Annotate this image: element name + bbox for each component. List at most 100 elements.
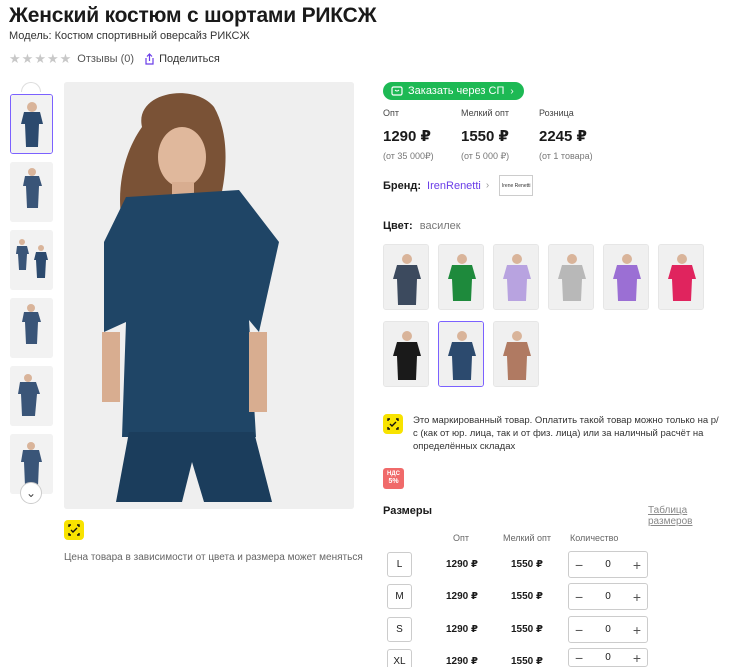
quantity-stepper: − 0 +: [568, 648, 648, 667]
brand-logo-text: Irene Renetti: [501, 182, 531, 189]
brand-row: Бренд: IrenRenetti › Irene Renetti: [383, 175, 534, 196]
price-value: 2245 ₽: [539, 128, 587, 145]
share-button[interactable]: Поделиться: [144, 53, 220, 65]
star-icon: ★: [21, 51, 34, 66]
size-price-opt: 1290 ₽: [446, 624, 478, 635]
marking-notice: Это маркированный товар. Оплатить такой …: [413, 415, 719, 452]
color-row: Цвет: василек: [383, 220, 461, 232]
price-wholesale: Опт 1290 ₽ (от 35 000₽): [383, 108, 461, 162]
rating-stars[interactable]: ★ ★ ★ ★ ★: [9, 52, 71, 65]
size-price-small: 1550 ₽: [511, 656, 543, 667]
quantity-value[interactable]: 0: [605, 652, 611, 663]
share-icon: [145, 52, 154, 65]
vat-label: НДС: [387, 471, 400, 477]
share-label: Поделиться: [159, 52, 220, 65]
meta-row: ★ ★ ★ ★ ★ Отзывы (0) Поделиться: [9, 52, 220, 65]
chevron-down-icon[interactable]: ⌄: [20, 482, 42, 504]
quantity-stepper: − 0 +: [568, 583, 648, 610]
price-retail: Розница 2245 ₽ (от 1 товара): [539, 108, 617, 162]
color-swatch[interactable]: [493, 321, 539, 387]
product-model: Модель: Костюм спортивный оверсайз РИКСЖ: [9, 30, 250, 42]
minus-button[interactable]: −: [575, 622, 583, 638]
quantity-value[interactable]: 0: [605, 591, 611, 602]
star-icon: ★: [34, 51, 46, 66]
size-price-opt: 1290 ₽: [446, 656, 478, 667]
thumb-scroll-up[interactable]: [21, 82, 41, 92]
plus-button[interactable]: +: [633, 650, 641, 666]
quantity-value[interactable]: 0: [605, 559, 611, 570]
honest-sign-icon: [64, 520, 84, 540]
price-value: 1550 ₽: [461, 128, 509, 145]
quantity-stepper: − 0 +: [568, 551, 648, 578]
price-label: Розница: [539, 108, 574, 118]
sizes-heading: Размеры: [383, 505, 433, 517]
price-note: (от 5 000 ₽): [461, 151, 510, 161]
size-price-opt: 1290 ₽: [446, 591, 478, 602]
chevron-right-icon: ›: [510, 85, 514, 97]
col-header-qty: Количество: [570, 533, 619, 543]
thumbnail[interactable]: [10, 298, 53, 358]
price-small-wholesale: Мелкий опт 1550 ₽ (от 5 000 ₽): [461, 108, 539, 162]
cart-icon: [391, 86, 403, 96]
minus-button[interactable]: −: [575, 650, 583, 666]
quantity-value[interactable]: 0: [605, 624, 611, 635]
star-icon: ★: [46, 51, 59, 66]
size-label: S: [387, 617, 412, 642]
order-button-label: Заказать через СП: [408, 85, 505, 97]
size-price-small: 1550 ₽: [511, 624, 543, 635]
color-swatch-selected[interactable]: [438, 321, 484, 387]
vat-rate: 5%: [388, 478, 399, 485]
size-table-link[interactable]: Таблица размеров: [648, 505, 729, 527]
size-row: XL 1290 ₽ 1550 ₽ − 0 +: [383, 648, 723, 667]
color-swatch[interactable]: [438, 244, 484, 310]
plus-button[interactable]: +: [633, 557, 641, 573]
price-note: (от 1 товара): [539, 151, 593, 161]
color-swatch[interactable]: [603, 244, 649, 310]
size-price-small: 1550 ₽: [511, 591, 543, 602]
price-block: Опт 1290 ₽ (от 35 000₽) Мелкий опт 1550 …: [383, 108, 617, 162]
color-swatch[interactable]: [383, 321, 429, 387]
thumbnail[interactable]: [10, 230, 53, 290]
price-label: Мелкий опт: [461, 108, 510, 118]
size-row: S 1290 ₽ 1550 ₽ − 0 +: [383, 616, 723, 644]
brand-label: Бренд:: [383, 179, 422, 192]
col-header-opt: Опт: [453, 533, 469, 543]
price-label: Опт: [383, 108, 399, 118]
size-price-small: 1550 ₽: [511, 559, 543, 570]
vat-badge: НДС 5%: [383, 468, 404, 489]
size-row: L 1290 ₽ 1550 ₽ − 0 +: [383, 551, 723, 579]
thumbnail[interactable]: [10, 366, 53, 426]
order-sp-button[interactable]: Заказать через СП ›: [383, 82, 524, 100]
quantity-stepper: − 0 +: [568, 616, 648, 643]
thumbnail[interactable]: [10, 162, 53, 222]
price-value: 1290 ₽: [383, 128, 431, 145]
size-row: M 1290 ₽ 1550 ₽ − 0 +: [383, 583, 723, 611]
plus-button[interactable]: +: [633, 622, 641, 638]
price-note: Цена товара в зависимости от цвета и раз…: [64, 552, 363, 563]
reviews-link[interactable]: Отзывы (0): [77, 53, 134, 65]
star-icon: ★: [59, 51, 72, 66]
color-swatch[interactable]: [383, 244, 429, 310]
price-note: (от 35 000₽): [383, 151, 434, 161]
chevron-right-icon: ›: [485, 180, 490, 191]
product-title: Женский костюм с шортами РИКСЖ: [9, 4, 377, 27]
brand-logo[interactable]: Irene Renetti: [499, 175, 534, 196]
color-label: Цвет:: [383, 220, 413, 232]
size-label: XL: [387, 649, 412, 667]
main-product-image[interactable]: [64, 82, 354, 509]
size-price-opt: 1290 ₽: [446, 559, 478, 570]
thumbnail-list: ⌄: [9, 82, 55, 504]
honest-sign-icon: [383, 414, 403, 434]
size-label: M: [387, 584, 412, 609]
plus-button[interactable]: +: [633, 589, 641, 605]
color-swatch[interactable]: [548, 244, 594, 310]
thumbnail[interactable]: [10, 94, 53, 154]
minus-button[interactable]: −: [575, 589, 583, 605]
color-swatch[interactable]: [493, 244, 539, 310]
star-icon: ★: [9, 51, 21, 66]
col-header-small: Мелкий опт: [503, 533, 552, 543]
brand-link[interactable]: IrenRenetti: [427, 180, 481, 192]
color-value: василек: [419, 220, 461, 232]
minus-button[interactable]: −: [575, 557, 583, 573]
color-swatch[interactable]: [658, 244, 704, 310]
